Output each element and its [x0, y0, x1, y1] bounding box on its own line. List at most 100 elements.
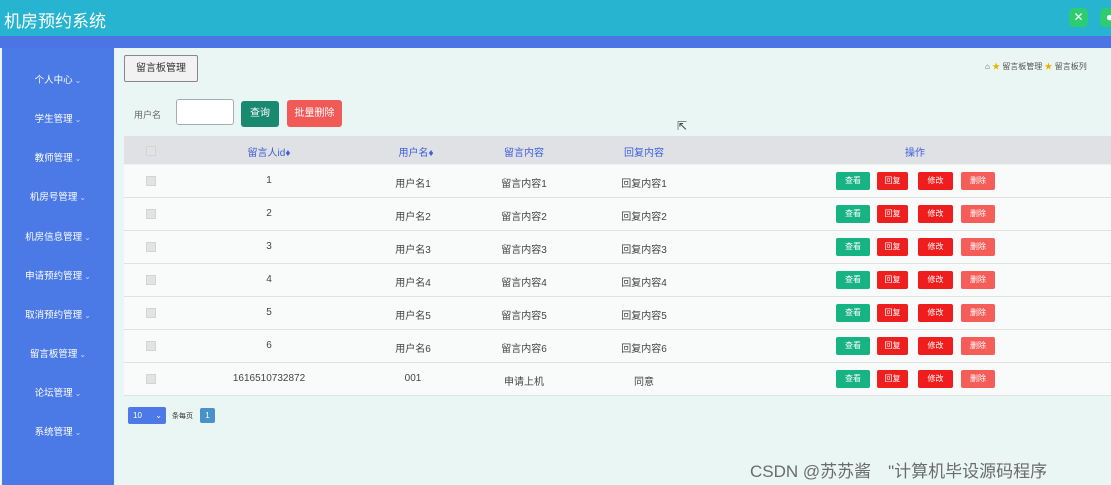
table-row: 4 用户名4 留言内容4 回复内容4 查看 回复 修改 删除 [124, 264, 1111, 297]
sidebar-item-system[interactable]: 系统管理 ⌄ [2, 424, 114, 438]
sidebar-item-cancel-booking[interactable]: 取消预约管理 ⌄ [2, 307, 114, 321]
breadcrumb-item[interactable]: 留言板管理 [1002, 62, 1042, 71]
chevron-down-icon: ⌄ [84, 272, 91, 281]
reply-button[interactable]: 回复 [877, 337, 908, 355]
edit-button[interactable]: 修改 [918, 337, 953, 355]
edit-button[interactable]: 修改 [918, 304, 953, 322]
reply-button[interactable]: 回复 [877, 238, 908, 256]
cell-id: 6 [266, 340, 272, 351]
sidebar-item-label: 机房号管理 [29, 192, 78, 203]
sidebar-item-label: 取消预约管理 [25, 310, 83, 321]
cell-content: 留言内容5 [501, 311, 547, 322]
delete-button[interactable]: 删除 [961, 304, 995, 322]
tab-message-board[interactable]: 留言板管理 [124, 55, 198, 82]
cell-reply: 回复内容5 [621, 311, 667, 322]
view-button[interactable]: 查看 [836, 172, 870, 190]
cell-id: 5 [266, 307, 272, 318]
sidebar-item-label: 留言板管理 [29, 349, 78, 360]
cell-content: 留言内容6 [501, 344, 547, 355]
sidebar-item-label: 申请预约管理 [25, 271, 83, 282]
cell-id: 4 [266, 274, 272, 285]
edit-button[interactable]: 修改 [918, 238, 953, 256]
delete-button[interactable]: 删除 [961, 271, 995, 289]
cell-reply: 回复内容2 [621, 212, 667, 223]
cell-username: 用户名5 [395, 311, 431, 322]
table-row: 3 用户名3 留言内容3 回复内容3 查看 回复 修改 删除 [124, 231, 1111, 264]
sidebar-item-students[interactable]: 学生管理 ⌄ [2, 111, 114, 125]
page-number-button[interactable]: 1 [200, 408, 215, 423]
delete-button[interactable]: 删除 [961, 370, 995, 388]
cell-reply: 回复内容6 [621, 344, 667, 355]
row-checkbox[interactable] [146, 242, 156, 252]
mouse-cursor-icon: ⇱ [677, 119, 688, 133]
cell-id: 1616510732872 [232, 373, 306, 384]
sidebar-item-label: 论坛管理 [34, 388, 73, 399]
row-checkbox[interactable] [146, 341, 156, 351]
sidebar-item-teachers[interactable]: 教师管理 ⌄ [2, 150, 114, 164]
app-title: 机房预约系统 [4, 12, 106, 31]
view-button[interactable]: 查看 [836, 205, 870, 223]
sidebar-item-forum[interactable]: 论坛管理 ⌄ [2, 385, 114, 399]
row-checkbox[interactable] [146, 374, 156, 384]
view-button[interactable]: 查看 [836, 238, 870, 256]
user-icon[interactable]: ● [1100, 8, 1111, 27]
view-button[interactable]: 查看 [836, 370, 870, 388]
fullscreen-icon[interactable]: ✕ [1069, 8, 1088, 27]
reply-button[interactable]: 回复 [877, 205, 908, 223]
cell-id: 1 [266, 175, 272, 186]
edit-button[interactable]: 修改 [918, 205, 953, 223]
chevron-down-icon: ⌄ [155, 411, 162, 420]
cell-content: 留言内容4 [501, 278, 547, 289]
star-icon: ★ [1044, 62, 1053, 71]
search-button[interactable]: 查询 [241, 101, 279, 127]
column-header-username[interactable]: 用户名♦ [398, 144, 433, 159]
row-checkbox[interactable] [146, 275, 156, 285]
view-button[interactable]: 查看 [836, 271, 870, 289]
breadcrumb: ⌂ ★ 留言板管理 ★ 留言板列 [985, 61, 1087, 72]
column-header-reply: 回复内容 [624, 148, 664, 159]
column-header-content: 留言内容 [504, 148, 544, 159]
reply-button[interactable]: 回复 [877, 271, 908, 289]
reply-button[interactable]: 回复 [877, 370, 908, 388]
sidebar-item-message-board[interactable]: 留言板管理 ⌄ [2, 346, 114, 360]
chevron-down-icon: ⌄ [74, 154, 82, 163]
delete-button[interactable]: 删除 [961, 205, 995, 223]
chevron-down-icon: ⌄ [79, 350, 87, 359]
cell-id: 3 [266, 241, 272, 252]
breadcrumb-item: 留言板列 [1054, 62, 1087, 71]
sidebar-item-booking[interactable]: 申请预约管理 ⌄ [2, 268, 114, 282]
edit-button[interactable]: 修改 [918, 271, 953, 289]
sidebar-item-room-number[interactable]: 机房号管理 ⌄ [2, 189, 114, 203]
sidebar-item-label: 教师管理 [34, 153, 73, 164]
sidebar-item-label: 个人中心 [34, 75, 73, 86]
chevron-down-icon: ⌄ [84, 311, 91, 320]
row-checkbox[interactable] [146, 176, 156, 186]
delete-button[interactable]: 删除 [961, 238, 995, 256]
row-checkbox[interactable] [146, 209, 156, 219]
sidebar-item-personal[interactable]: 个人中心 ⌄ [2, 72, 114, 86]
per-page-label: 条每页 [172, 413, 193, 420]
watermark: CSDN @苏苏酱 "计算机毕设源码程序 [750, 462, 1048, 481]
home-icon[interactable]: ⌂ [985, 62, 990, 71]
edit-button[interactable]: 修改 [918, 172, 953, 190]
delete-button[interactable]: 删除 [961, 337, 995, 355]
top-bar: 机房预约系统 ✕ ● [0, 0, 1111, 36]
page-size-select[interactable]: 10 ⌄ [128, 407, 166, 424]
row-checkbox[interactable] [146, 308, 156, 318]
column-header-id[interactable]: 留言人id♦ [248, 144, 291, 159]
view-button[interactable]: 查看 [836, 304, 870, 322]
batch-delete-button[interactable]: 批量删除 [287, 100, 342, 127]
reply-button[interactable]: 回复 [877, 304, 908, 322]
edit-button[interactable]: 修改 [918, 370, 953, 388]
delete-button[interactable]: 删除 [961, 172, 995, 190]
select-all-checkbox[interactable] [146, 146, 156, 156]
cell-username: 用户名3 [395, 245, 431, 256]
chevron-down-icon: ⌄ [74, 389, 82, 398]
sidebar-item-room-info[interactable]: 机房信息管理 ⌄ [2, 229, 114, 243]
username-input[interactable] [176, 99, 234, 125]
cell-username: 001 [404, 373, 422, 384]
sidebar-item-label: 机房信息管理 [25, 232, 83, 243]
cell-reply: 同意 [634, 377, 654, 388]
view-button[interactable]: 查看 [836, 337, 870, 355]
reply-button[interactable]: 回复 [877, 172, 908, 190]
